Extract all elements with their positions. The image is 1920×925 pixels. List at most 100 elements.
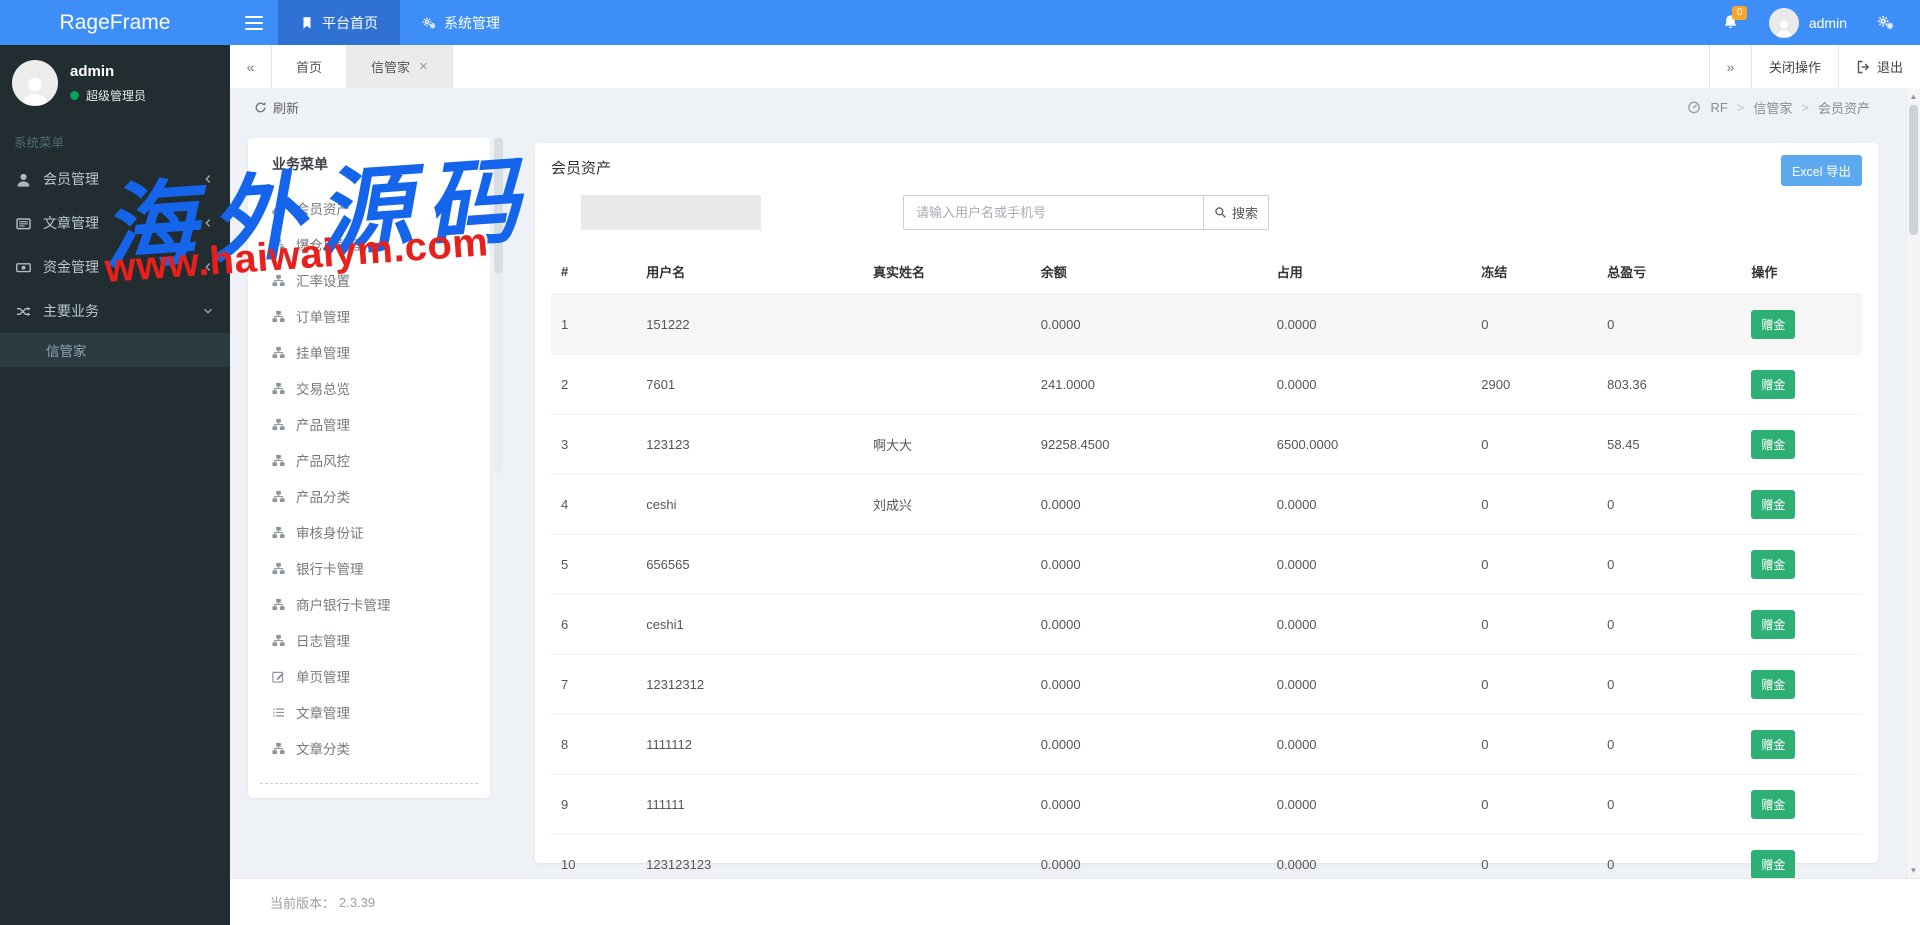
business-menu-item-label: 银行卡管理 — [296, 562, 364, 577]
business-menu-item-label: 产品管理 — [296, 418, 350, 433]
filter-placeholder-box[interactable] — [581, 195, 761, 230]
logout-button[interactable]: 退出 — [1837, 45, 1920, 88]
business-menu-item-label: 汇率设置 — [296, 274, 350, 289]
sidebar-toggle-button[interactable] — [230, 0, 278, 45]
scrollbar-thumb[interactable] — [1909, 105, 1918, 235]
business-menu-item[interactable]: 文章分类 — [248, 730, 490, 766]
version-label: 当前版本： — [270, 895, 336, 911]
sidebar-user-panel: admin 超级管理员 — [0, 45, 230, 116]
business-menu-item[interactable]: 产品管理 — [248, 406, 490, 442]
table-cell: ceshi1 — [636, 594, 863, 655]
user-menu[interactable]: admin — [1768, 7, 1847, 38]
sitemap-icon — [272, 562, 285, 575]
table-cell: 8 — [551, 714, 637, 775]
scroll-up-arrow[interactable]: ▲ — [1907, 89, 1920, 103]
table-cell: 92258.4500 — [1030, 414, 1267, 475]
gift-button[interactable]: 赠金 — [1751, 490, 1796, 519]
breadcrumb-item[interactable]: 信管家 — [1753, 98, 1792, 117]
table-cell: 0 — [1471, 474, 1598, 535]
business-menu-item[interactable]: 单页管理 — [248, 658, 490, 694]
gift-button[interactable]: 赠金 — [1751, 310, 1796, 339]
sidebar-item-article[interactable]: 文章管理 — [0, 201, 230, 245]
sidebar-item-member[interactable]: 会员管理 — [0, 157, 230, 201]
gift-button[interactable]: 赠金 — [1751, 790, 1796, 819]
sidebar-item-label: 会员管理 — [43, 171, 99, 187]
notifications-button[interactable]: 0 — [1722, 5, 1748, 32]
business-menu-item[interactable]: 订单管理 — [248, 298, 490, 334]
app-logo[interactable]: RageFrame — [0, 0, 230, 45]
gift-button[interactable]: 赠金 — [1751, 670, 1796, 699]
settings-gear-icon[interactable] — [1877, 14, 1894, 31]
table-cell: 0.0000 — [1030, 594, 1267, 655]
table-row: 9 111111 0.0000 0.0000 0 0 赠金 — [551, 774, 1862, 835]
tab-home[interactable]: 首页 — [272, 45, 348, 88]
sitemap-icon — [272, 742, 285, 755]
close-tab-icon[interactable]: × — [419, 58, 428, 75]
table-cell: 0 — [1471, 774, 1598, 835]
tabs-scroll-left-button[interactable]: « — [230, 45, 272, 88]
business-menu-item[interactable]: 汇率设置 — [248, 262, 490, 298]
business-menu-item[interactable]: 日志管理 — [248, 622, 490, 658]
menu-panel-scrollbar[interactable] — [494, 138, 503, 473]
tab-label: 首页 — [296, 60, 323, 75]
assets-table: # 用户名 真实姓名 余额 占用 冻结 总盈亏 操作 1 151222 0.0000 0.0000 0… — [551, 249, 1862, 878]
tab-xinguanjia[interactable]: 信管家 × — [347, 45, 453, 88]
divider — [260, 783, 478, 784]
business-menu-item[interactable]: 爆仓单管理 — [248, 226, 490, 262]
table-cell: 0 — [1471, 714, 1598, 775]
business-menu-item[interactable]: 会员资产 — [248, 190, 490, 226]
table-cell: 刘成兴 — [863, 474, 1031, 535]
user-name: admin — [1808, 14, 1847, 31]
close-operations-button[interactable]: 关闭操作 — [1750, 45, 1838, 88]
search-group: 搜索 — [903, 195, 1269, 230]
search-input[interactable] — [903, 195, 1203, 230]
business-menu-item[interactable]: 交易总览 — [248, 370, 490, 406]
table-cell: 0.0000 — [1266, 774, 1472, 835]
excel-export-button[interactable]: Excel 导出 — [1780, 155, 1862, 186]
gift-button[interactable]: 赠金 — [1751, 850, 1796, 878]
table-row: 3 123123 啊大大 92258.4500 6500.0000 0 58.45 赠金 — [551, 414, 1862, 475]
sidebar-item-funds[interactable]: 资金管理 — [0, 245, 230, 289]
table-cell: 0 — [1471, 834, 1598, 878]
table-cell: 0 — [1597, 834, 1742, 878]
table-cell: 0 — [1471, 534, 1598, 595]
business-menu-item[interactable]: 产品风控 — [248, 442, 490, 478]
business-menu-item[interactable]: 文章管理 — [248, 694, 490, 730]
table-cell: 123123123 — [636, 834, 863, 878]
table-cell: ceshi — [636, 474, 863, 535]
table-cell: 1 — [551, 294, 637, 355]
table-cell: 0 — [1597, 534, 1742, 595]
table-cell: 7 — [551, 654, 637, 715]
scroll-down-arrow[interactable]: ▼ — [1907, 863, 1920, 877]
table-cell: 0 — [1471, 654, 1598, 715]
gift-button[interactable]: 赠金 — [1751, 730, 1796, 759]
business-menu-item[interactable]: 商户银行卡管理 — [248, 586, 490, 622]
search-button[interactable]: 搜索 — [1203, 195, 1269, 230]
avatar — [12, 60, 58, 106]
table-cell: 123123 — [636, 414, 863, 475]
table-row: 4 ceshi 刘成兴 0.0000 0.0000 0 0 赠金 — [551, 474, 1862, 535]
nav-tab-label: 系统管理 — [444, 14, 500, 31]
refresh-button[interactable]: 刷新 — [254, 98, 299, 117]
gift-button[interactable]: 赠金 — [1751, 610, 1796, 639]
chevron-left-icon — [202, 217, 214, 229]
sidebar-subitem-xinguanjia[interactable]: 信管家 — [0, 333, 230, 367]
gift-button[interactable]: 赠金 — [1751, 370, 1796, 399]
page-scrollbar[interactable]: ▲ ▼ — [1906, 88, 1920, 878]
tabs-scroll-right-button[interactable]: » — [1708, 45, 1751, 88]
table-cell: 0.0000 — [1030, 294, 1267, 355]
sitemap-icon — [272, 238, 285, 251]
table-cell: 0.0000 — [1266, 834, 1472, 878]
sidebar-item-label: 资金管理 — [43, 259, 99, 275]
breadcrumb-home[interactable]: RF — [1710, 100, 1727, 115]
business-menu-item[interactable]: 审核身份证 — [248, 514, 490, 550]
business-menu-item[interactable]: 银行卡管理 — [248, 550, 490, 586]
gift-button[interactable]: 赠金 — [1751, 550, 1796, 579]
table-cell: 0.0000 — [1266, 534, 1472, 595]
gift-button[interactable]: 赠金 — [1751, 430, 1796, 459]
sidebar-item-business[interactable]: 主要业务 — [0, 289, 230, 333]
nav-tab-platform-home[interactable]: 平台首页 — [278, 0, 400, 45]
nav-tab-system-manage[interactable]: 系统管理 — [400, 0, 522, 45]
business-menu-item[interactable]: 挂单管理 — [248, 334, 490, 370]
business-menu-item[interactable]: 产品分类 — [248, 478, 490, 514]
